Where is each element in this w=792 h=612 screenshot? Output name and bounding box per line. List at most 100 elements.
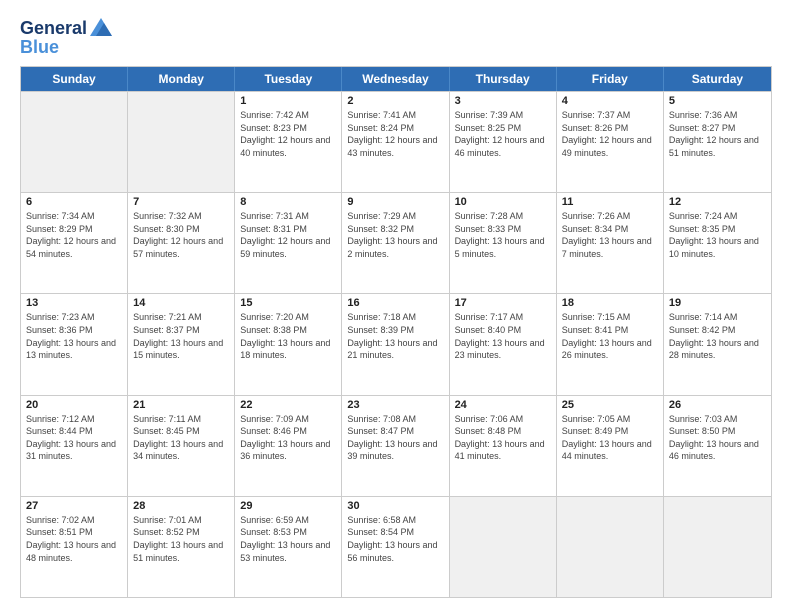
calendar-cell: 22Sunrise: 7:09 AMSunset: 8:46 PMDayligh…	[235, 396, 342, 496]
weekday-header: Sunday	[21, 67, 128, 91]
logo-icon	[90, 18, 112, 36]
sunrise-text: Sunrise: 7:03 AM	[669, 413, 766, 426]
daylight-text: Daylight: 13 hours and 53 minutes.	[240, 539, 336, 564]
day-number: 1	[240, 95, 336, 107]
sunset-text: Sunset: 8:53 PM	[240, 526, 336, 539]
daylight-text: Daylight: 13 hours and 21 minutes.	[347, 337, 443, 362]
calendar-cell: 16Sunrise: 7:18 AMSunset: 8:39 PMDayligh…	[342, 294, 449, 394]
sunrise-text: Sunrise: 7:15 AM	[562, 311, 658, 324]
day-number: 3	[455, 95, 551, 107]
sunrise-text: Sunrise: 7:17 AM	[455, 311, 551, 324]
daylight-text: Daylight: 13 hours and 41 minutes.	[455, 438, 551, 463]
weekday-header: Thursday	[450, 67, 557, 91]
calendar-cell: 29Sunrise: 6:59 AMSunset: 8:53 PMDayligh…	[235, 497, 342, 597]
day-number: 23	[347, 399, 443, 411]
weekday-header: Friday	[557, 67, 664, 91]
day-number: 27	[26, 500, 122, 512]
calendar-cell: 10 Sunrise: 7:28 AMSunset: 8:33 PMDayligh…	[450, 193, 557, 293]
calendar-cell: 30Sunrise: 6:58 AMSunset: 8:54 PMDayligh…	[342, 497, 449, 597]
sunrise-text: Sunrise: 7:42 AM	[240, 109, 336, 122]
day-number: 22	[240, 399, 336, 411]
sunrise-text: Sunrise: 7:36 AM	[669, 109, 766, 122]
sunset-text: Sunset: 8:31 PM	[240, 223, 336, 236]
calendar-header: SundayMondayTuesdayWednesdayThursdayFrid…	[21, 67, 771, 91]
sunset-text: Sunset: 8:41 PM	[562, 324, 658, 337]
daylight-text: Daylight: 13 hours and 18 minutes.	[240, 337, 336, 362]
daylight-text: Daylight: 13 hours and 34 minutes.	[133, 438, 229, 463]
sunrise-text: Sunrise: 7:11 AM	[133, 413, 229, 426]
calendar-cell: 23Sunrise: 7:08 AMSunset: 8:47 PMDayligh…	[342, 396, 449, 496]
sunset-text: Sunset: 8:49 PM	[562, 425, 658, 438]
sunrise-text: Sunrise: 7:37 AM	[562, 109, 658, 122]
sunrise-text: Sunrise: 7:23 AM	[26, 311, 122, 324]
day-number: 14	[133, 297, 229, 309]
daylight-text: Daylight: 13 hours and 56 minutes.	[347, 539, 443, 564]
calendar: SundayMondayTuesdayWednesdayThursdayFrid…	[20, 66, 772, 598]
sunrise-text: Sunrise: 7:18 AM	[347, 311, 443, 324]
sunset-text: Sunset: 8:47 PM	[347, 425, 443, 438]
calendar-cell: 5Sunrise: 7:36 AMSunset: 8:27 PMDaylight…	[664, 92, 771, 192]
sunset-text: Sunset: 8:32 PM	[347, 223, 443, 236]
calendar-cell: 1Sunrise: 7:42 AMSunset: 8:23 PMDaylight…	[235, 92, 342, 192]
calendar-row: 1Sunrise: 7:42 AMSunset: 8:23 PMDaylight…	[21, 91, 771, 192]
sunset-text: Sunset: 8:42 PM	[669, 324, 766, 337]
calendar-cell: 25Sunrise: 7:05 AMSunset: 8:49 PMDayligh…	[557, 396, 664, 496]
day-number: 17	[455, 297, 551, 309]
day-number: 4	[562, 95, 658, 107]
calendar-cell: 2Sunrise: 7:41 AMSunset: 8:24 PMDaylight…	[342, 92, 449, 192]
day-number: 10	[455, 196, 551, 208]
calendar-cell: 21Sunrise: 7:11 AMSunset: 8:45 PMDayligh…	[128, 396, 235, 496]
sunset-text: Sunset: 8:45 PM	[133, 425, 229, 438]
daylight-text: Daylight: 13 hours and 23 minutes.	[455, 337, 551, 362]
logo: General Blue	[20, 18, 112, 56]
day-number: 8	[240, 196, 336, 208]
sunset-text: Sunset: 8:39 PM	[347, 324, 443, 337]
weekday-header: Monday	[128, 67, 235, 91]
sunrise-text: Sunrise: 7:20 AM	[240, 311, 336, 324]
sunrise-text: Sunrise: 7:29 AM	[347, 210, 443, 223]
calendar-cell: 6Sunrise: 7:34 AMSunset: 8:29 PMDaylight…	[21, 193, 128, 293]
sunset-text: Sunset: 8:36 PM	[26, 324, 122, 337]
sunrise-text: Sunrise: 7:12 AM	[26, 413, 122, 426]
sunset-text: Sunset: 8:44 PM	[26, 425, 122, 438]
sunrise-text: Sunrise: 7:06 AM	[455, 413, 551, 426]
sunset-text: Sunset: 8:34 PM	[562, 223, 658, 236]
sunrise-text: Sunrise: 7:41 AM	[347, 109, 443, 122]
calendar-cell: 9Sunrise: 7:29 AMSunset: 8:32 PMDaylight…	[342, 193, 449, 293]
weekday-header: Tuesday	[235, 67, 342, 91]
day-number: 7	[133, 196, 229, 208]
daylight-text: Daylight: 12 hours and 59 minutes.	[240, 235, 336, 260]
daylight-text: Daylight: 12 hours and 40 minutes.	[240, 134, 336, 159]
calendar-cell: 27Sunrise: 7:02 AMSunset: 8:51 PMDayligh…	[21, 497, 128, 597]
sunset-text: Sunset: 8:48 PM	[455, 425, 551, 438]
calendar-cell: 24Sunrise: 7:06 AMSunset: 8:48 PMDayligh…	[450, 396, 557, 496]
calendar-cell: 3Sunrise: 7:39 AMSunset: 8:25 PMDaylight…	[450, 92, 557, 192]
sunset-text: Sunset: 8:50 PM	[669, 425, 766, 438]
daylight-text: Daylight: 13 hours and 5 minutes.	[455, 235, 551, 260]
daylight-text: Daylight: 13 hours and 36 minutes.	[240, 438, 336, 463]
sunrise-text: Sunrise: 7:09 AM	[240, 413, 336, 426]
sunset-text: Sunset: 8:25 PM	[455, 122, 551, 135]
daylight-text: Daylight: 12 hours and 54 minutes.	[26, 235, 122, 260]
day-number: 11	[562, 196, 658, 208]
daylight-text: Daylight: 13 hours and 13 minutes.	[26, 337, 122, 362]
calendar-cell: 17Sunrise: 7:17 AMSunset: 8:40 PMDayligh…	[450, 294, 557, 394]
calendar-cell: 26Sunrise: 7:03 AMSunset: 8:50 PMDayligh…	[664, 396, 771, 496]
calendar-cell	[21, 92, 128, 192]
sunset-text: Sunset: 8:33 PM	[455, 223, 551, 236]
calendar-cell: 11Sunrise: 7:26 AMSunset: 8:34 PMDayligh…	[557, 193, 664, 293]
daylight-text: Daylight: 13 hours and 46 minutes.	[669, 438, 766, 463]
day-number: 5	[669, 95, 766, 107]
calendar-cell: 12Sunrise: 7:24 AMSunset: 8:35 PMDayligh…	[664, 193, 771, 293]
sunrise-text: Sunrise: 7:28 AM	[455, 210, 551, 223]
day-number: 12	[669, 196, 766, 208]
calendar-cell	[557, 497, 664, 597]
calendar-cell: 14Sunrise: 7:21 AMSunset: 8:37 PMDayligh…	[128, 294, 235, 394]
daylight-text: Daylight: 13 hours and 7 minutes.	[562, 235, 658, 260]
day-number: 25	[562, 399, 658, 411]
calendar-cell: 8Sunrise: 7:31 AMSunset: 8:31 PMDaylight…	[235, 193, 342, 293]
weekday-header: Saturday	[664, 67, 771, 91]
sunrise-text: Sunrise: 7:01 AM	[133, 514, 229, 527]
sunset-text: Sunset: 8:54 PM	[347, 526, 443, 539]
day-number: 13	[26, 297, 122, 309]
